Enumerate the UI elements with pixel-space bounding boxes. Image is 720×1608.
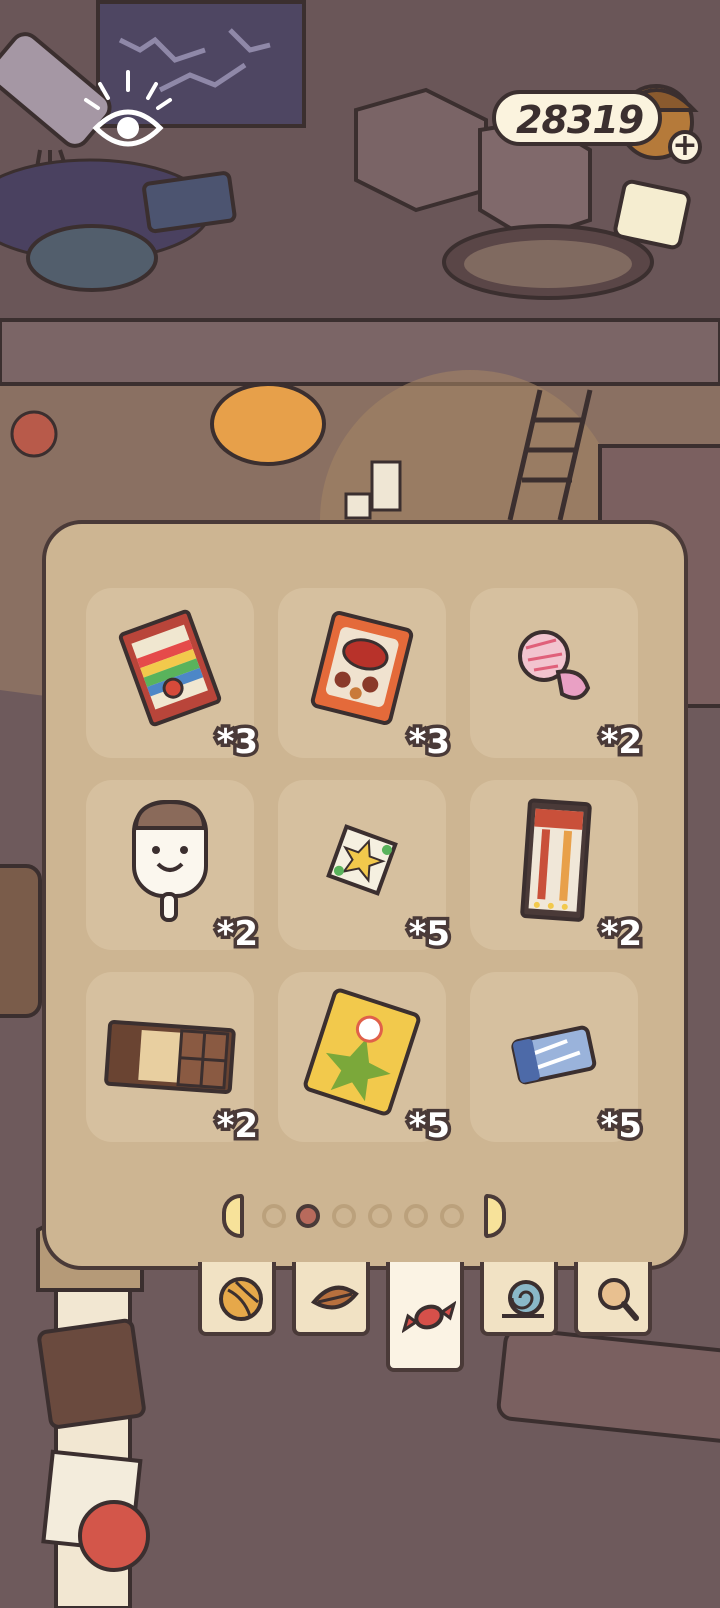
tab-snail-shell[interactable] [480,1262,558,1336]
item-count: *3 [405,719,454,766]
inventory-slot-blue-wrapped-candy[interactable]: *5 [470,972,646,1150]
item-count: *3 [213,719,262,766]
tab-candy[interactable] [386,1262,464,1372]
item-count: *5 [597,1103,646,1150]
item-count: *2 [597,911,646,958]
page-dot-2[interactable] [296,1204,320,1228]
currency-counter: 28319 [492,90,662,146]
item-count: *5 [405,911,454,958]
item-count: *2 [213,911,262,958]
inventory-slot-star-candy-wrapper[interactable]: *5 [278,780,454,958]
inventory-slot-smiley-ice-cream-bar[interactable]: *2 [86,780,262,958]
item-count: *5 [405,1103,454,1150]
page-dot-5[interactable] [404,1204,428,1228]
candy-icon [402,1300,456,1334]
inventory-slot-cookie-snack-bag[interactable]: *3 [278,588,454,766]
inventory-slot-chocolate-bar[interactable]: *2 [86,972,262,1150]
previous-page-button[interactable] [222,1194,244,1238]
inventory-slot-yellow-chip-bag[interactable]: *5 [278,972,454,1150]
add-currency-button[interactable]: + [668,130,702,164]
snail-shell-icon [502,1280,544,1318]
page-dot-4[interactable] [368,1204,392,1228]
page-dot-3[interactable] [332,1204,356,1228]
leaf-icon [310,1285,359,1310]
inventory-slot-rainbow-candy-bag[interactable]: *3 [86,588,262,766]
inventory-slot-candy-stick-pack[interactable]: *2 [470,780,646,958]
inventory-panel: *3 *3 *2 *2 *5 *2 *2 *5 *5 [42,520,688,1270]
item-count: *2 [213,1103,262,1150]
tab-magnifier[interactable] [574,1262,652,1336]
next-page-button[interactable] [484,1194,506,1238]
item-count: *2 [597,719,646,766]
magnifier-icon [598,1278,639,1321]
currency-value: 28319 [516,98,644,142]
inventory-slot-pink-pacifier-candy[interactable]: *2 [470,588,646,766]
page-dot-1[interactable] [262,1204,286,1228]
tab-leaf[interactable] [292,1262,370,1336]
tab-yarn-ball[interactable] [198,1262,276,1336]
yarn-ball-icon [219,1277,263,1321]
page-dot-6[interactable] [440,1204,464,1228]
